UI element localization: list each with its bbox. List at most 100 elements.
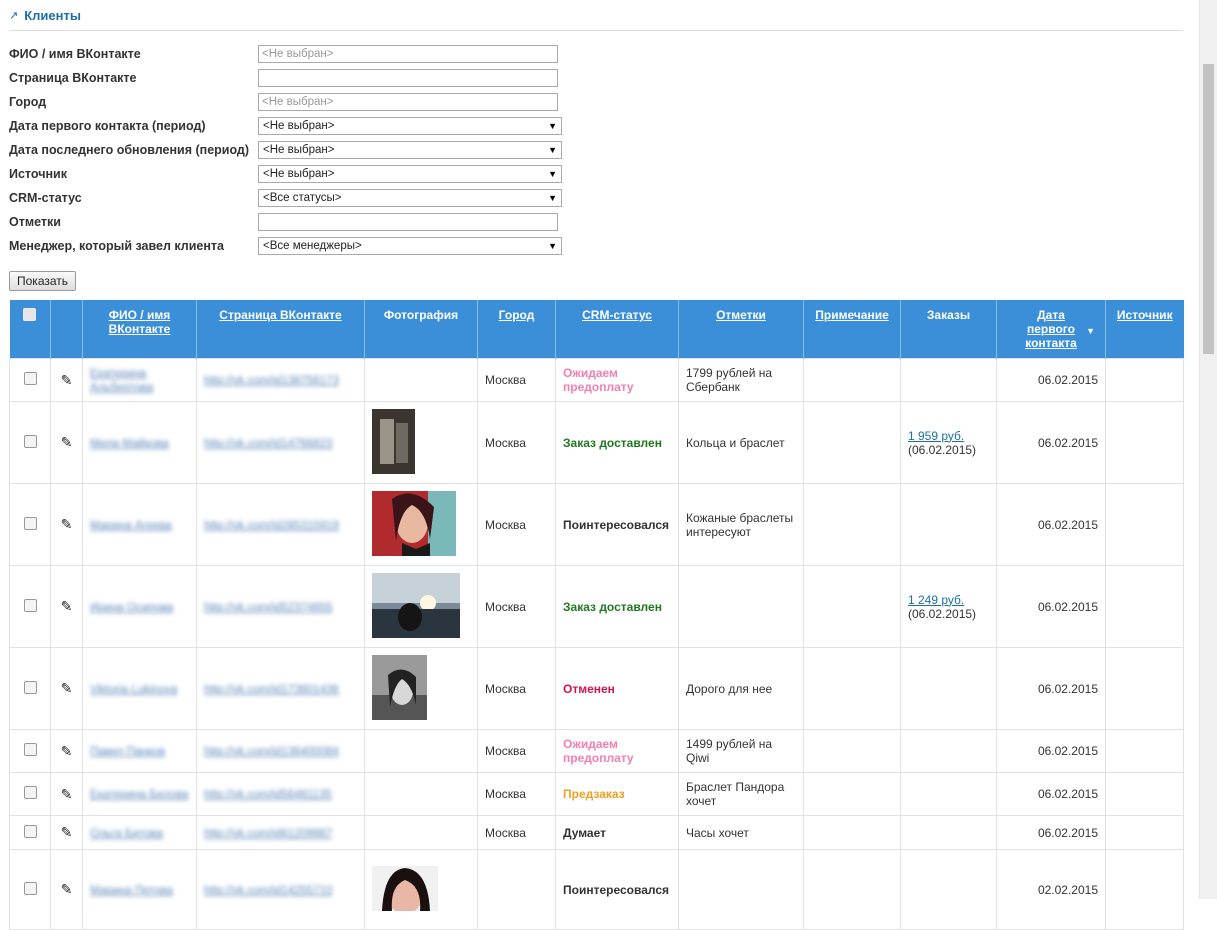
source-cell bbox=[1105, 401, 1184, 484]
column-orders-label: Заказы bbox=[926, 308, 971, 322]
note-cell bbox=[803, 815, 901, 850]
marks-input[interactable] bbox=[258, 213, 558, 231]
pencil-icon[interactable]: ✎ bbox=[61, 786, 73, 802]
client-photo[interactable] bbox=[372, 865, 470, 914]
client-name-link[interactable]: Ирина Осипова bbox=[90, 602, 173, 614]
pencil-icon[interactable]: ✎ bbox=[61, 881, 73, 897]
filter-label: Менеджер, который завел клиента bbox=[9, 239, 225, 253]
client-name-link[interactable]: Марина Агеева bbox=[90, 520, 172, 532]
row-select-cell bbox=[9, 565, 51, 648]
marks-cell: Кольца и браслет bbox=[678, 401, 804, 484]
column-city-label[interactable]: Город bbox=[499, 308, 535, 322]
city-cell: Москва bbox=[477, 647, 556, 730]
vk-page-link[interactable]: http://vk.com/id136400084 bbox=[204, 746, 339, 758]
crm-status-select[interactable]: <Все статусы> ▼ bbox=[258, 189, 562, 207]
row-checkbox[interactable] bbox=[23, 786, 37, 799]
vk-page-link[interactable]: http://vk.com/id52374855 bbox=[204, 602, 333, 614]
city-cell bbox=[477, 849, 556, 930]
client-name-link[interactable]: Марина Петова bbox=[90, 885, 173, 897]
row-checkbox[interactable] bbox=[23, 598, 37, 612]
row-select-cell bbox=[9, 815, 51, 850]
pencil-icon[interactable]: ✎ bbox=[61, 824, 73, 840]
scrollbar-thumb[interactable] bbox=[1203, 64, 1214, 354]
column-name[interactable]: ФИО / имя ВКонтакте bbox=[82, 300, 197, 359]
client-name-link[interactable]: Павел Панков bbox=[90, 746, 165, 758]
pencil-icon[interactable]: ✎ bbox=[61, 434, 73, 450]
date-cell: 06.02.2015 bbox=[996, 483, 1106, 566]
show-button[interactable]: Показать bbox=[9, 271, 77, 291]
name-cell: Марина Агеева bbox=[82, 483, 197, 566]
row-select-cell bbox=[9, 358, 51, 402]
table-row: ✎ Ирина Осипова http://vk.com/id52374855 Мо… bbox=[9, 565, 1184, 648]
filter-row-manager: Менеджер, который завел клиента <Все мен… bbox=[9, 234, 1183, 258]
client-name-link[interactable]: Екатерина Белова bbox=[90, 789, 189, 801]
select-all-checkbox[interactable] bbox=[23, 308, 37, 321]
column-source[interactable]: Источник bbox=[1105, 300, 1184, 359]
pencil-icon[interactable]: ✎ bbox=[61, 598, 73, 614]
city-input[interactable]: <Не выбран> bbox=[258, 93, 558, 111]
client-name-link[interactable]: Ольга Битова bbox=[90, 828, 163, 840]
column-name-label[interactable]: ФИО / имя ВКонтакте bbox=[109, 308, 171, 336]
orders-cell bbox=[900, 358, 997, 402]
last-update-select[interactable]: <Не выбран> ▼ bbox=[258, 141, 562, 159]
note-cell bbox=[803, 483, 901, 566]
city-cell: Москва bbox=[477, 565, 556, 648]
column-note[interactable]: Примечание bbox=[803, 300, 901, 359]
first-contact-select[interactable]: <Не выбран> ▼ bbox=[258, 117, 562, 135]
client-photo[interactable] bbox=[372, 572, 470, 641]
row-checkbox[interactable] bbox=[23, 372, 37, 385]
row-checkbox[interactable] bbox=[23, 824, 37, 838]
name-cell: Viktoria Lukinova bbox=[82, 647, 197, 730]
column-crm-label[interactable]: CRM-статус bbox=[582, 308, 652, 322]
column-crm[interactable]: CRM-статус bbox=[555, 300, 679, 359]
client-photo[interactable] bbox=[372, 408, 470, 477]
column-city[interactable]: Город bbox=[477, 300, 556, 359]
client-photo[interactable] bbox=[372, 654, 470, 723]
edit-cell: ✎ bbox=[50, 565, 83, 648]
column-marks-label[interactable]: Отметки bbox=[716, 308, 766, 322]
pencil-icon[interactable]: ✎ bbox=[61, 743, 73, 759]
name-input[interactable]: <Не выбран> bbox=[258, 45, 558, 63]
client-name-link[interactable]: Мила Майкова bbox=[90, 438, 169, 450]
vk-page-input[interactable] bbox=[258, 69, 558, 87]
column-note-label[interactable]: Примечание bbox=[815, 308, 889, 322]
source-select[interactable]: <Не выбран> ▼ bbox=[258, 165, 562, 183]
pencil-icon[interactable]: ✎ bbox=[61, 516, 73, 532]
column-page[interactable]: Страница ВКонтакте bbox=[196, 300, 365, 359]
vk-page-link[interactable]: http://vk.com/id61209987 bbox=[204, 828, 333, 840]
order-link[interactable]: 1 249 руб. bbox=[908, 593, 964, 607]
row-checkbox[interactable] bbox=[23, 743, 37, 756]
column-date[interactable]: Дата первого контакта ▼ bbox=[996, 300, 1106, 359]
collapse-arrow-icon[interactable]: ↗ bbox=[9, 9, 18, 22]
vertical-scrollbar[interactable] bbox=[1199, 0, 1217, 899]
city-cell: Москва bbox=[477, 815, 556, 850]
photo-cell bbox=[364, 565, 478, 648]
column-marks[interactable]: Отметки bbox=[678, 300, 804, 359]
client-name-link[interactable]: Viktoria Lukinova bbox=[90, 684, 177, 696]
edit-cell: ✎ bbox=[50, 401, 83, 484]
client-photo[interactable] bbox=[372, 490, 470, 559]
row-checkbox[interactable] bbox=[23, 434, 37, 448]
manager-select[interactable]: <Все менеджеры> ▼ bbox=[258, 237, 562, 255]
row-checkbox[interactable] bbox=[23, 516, 37, 530]
orders-cell bbox=[900, 772, 997, 816]
row-checkbox[interactable] bbox=[23, 680, 37, 694]
vk-page-link[interactable]: http://vk.com/id138756173 bbox=[204, 375, 339, 387]
row-checkbox[interactable] bbox=[23, 881, 37, 895]
status-label: Предзаказ bbox=[563, 787, 625, 801]
vk-page-link[interactable]: http://vk.com/id14766823 bbox=[204, 438, 333, 450]
name-cell: Екатерина Белова bbox=[82, 772, 197, 816]
pencil-icon[interactable]: ✎ bbox=[61, 680, 73, 696]
vk-page-link[interactable]: http://vk.com/id285315919 bbox=[204, 520, 339, 532]
vk-page-link[interactable]: http://vk.com/id56481135 bbox=[204, 789, 332, 801]
page-title[interactable]: Клиенты bbox=[24, 8, 81, 23]
vk-page-link[interactable]: http://vk.com/id14255710 bbox=[204, 885, 333, 897]
order-link[interactable]: 1 959 руб. bbox=[908, 429, 964, 443]
pencil-icon[interactable]: ✎ bbox=[61, 372, 73, 388]
column-date-label[interactable]: Дата первого контакта bbox=[1021, 308, 1081, 350]
column-page-label[interactable]: Страница ВКонтакте bbox=[219, 308, 341, 322]
column-source-label[interactable]: Источник bbox=[1117, 308, 1173, 322]
vk-page-link[interactable]: http://vk.com/id173801436 bbox=[204, 684, 339, 696]
city-cell: Москва bbox=[477, 358, 556, 402]
client-name-link[interactable]: Екатерина Альбертова bbox=[90, 368, 153, 394]
